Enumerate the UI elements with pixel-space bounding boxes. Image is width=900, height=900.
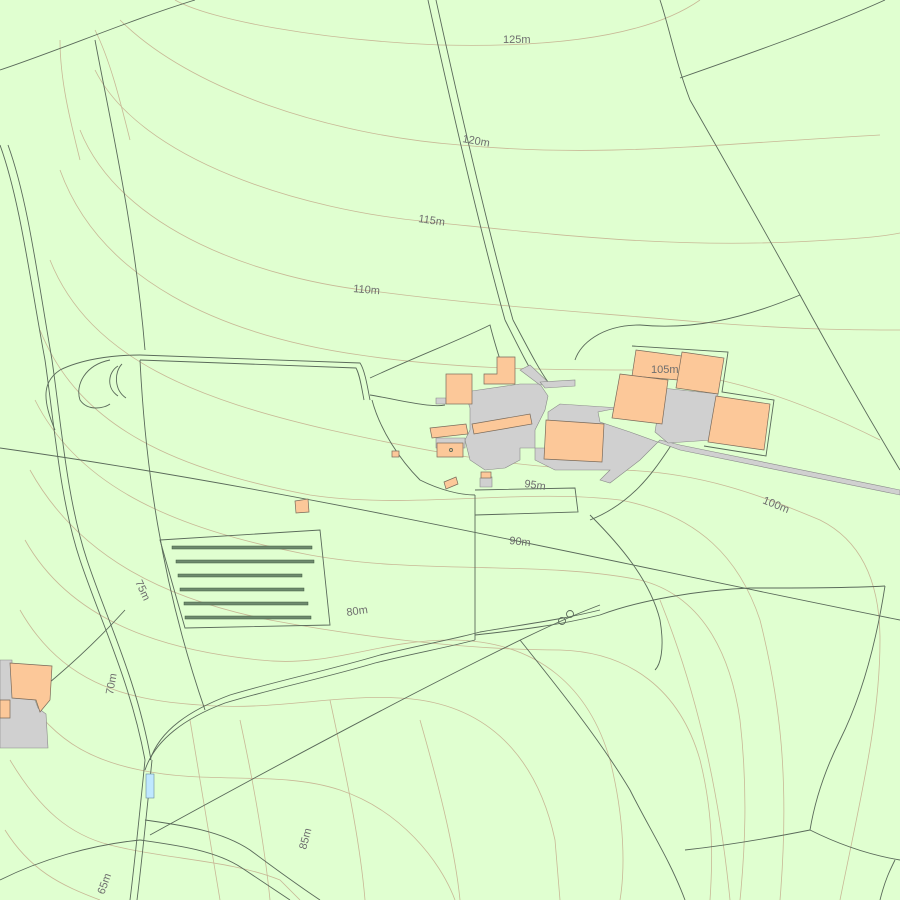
label-125m: 125m (503, 34, 531, 46)
small-pond (145, 773, 155, 799)
map-canvas: 125m 120m 115m 110m 105m 100m 95m 90m 85… (0, 0, 900, 900)
hatch-1 (171, 545, 313, 550)
building-west-farm-small (0, 699, 11, 719)
building-cottage (436, 442, 464, 458)
building-east-shed-b (675, 351, 725, 395)
hatch-5 (183, 601, 309, 606)
building-large-shed (543, 419, 605, 463)
building-east-shed-d (707, 395, 771, 451)
label-105m: 105m (651, 364, 679, 376)
building-small-2 (480, 471, 492, 479)
building-farmhouse (445, 373, 473, 405)
building-field-shed (294, 498, 310, 514)
hatch-6 (184, 615, 312, 620)
label-110m: 110m (353, 283, 381, 297)
yard-west-spur (435, 397, 447, 405)
hatch-3 (177, 573, 303, 578)
building-small-3 (391, 450, 400, 458)
label-90m: 90m (509, 535, 532, 549)
hatch-4 (179, 587, 305, 592)
building-east-shed-c (611, 373, 669, 425)
hatch-2 (175, 559, 315, 564)
yard-gate-block (479, 476, 493, 488)
